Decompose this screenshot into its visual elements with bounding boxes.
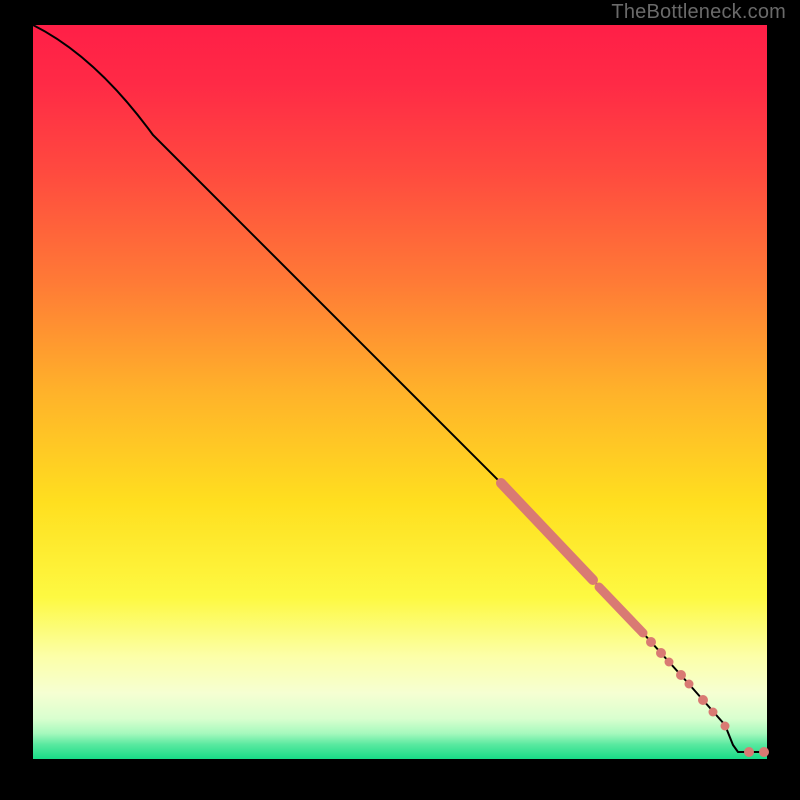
watermark-text: TheBottleneck.com bbox=[611, 1, 786, 24]
curve-line bbox=[33, 25, 767, 752]
marker-band-mid bbox=[599, 587, 643, 633]
plot-area bbox=[33, 25, 767, 759]
frame: TheBottleneck.com bbox=[0, 0, 800, 800]
marker-group bbox=[646, 637, 769, 757]
bottleneck-curve bbox=[33, 25, 767, 759]
marker-band-upper bbox=[501, 483, 593, 580]
